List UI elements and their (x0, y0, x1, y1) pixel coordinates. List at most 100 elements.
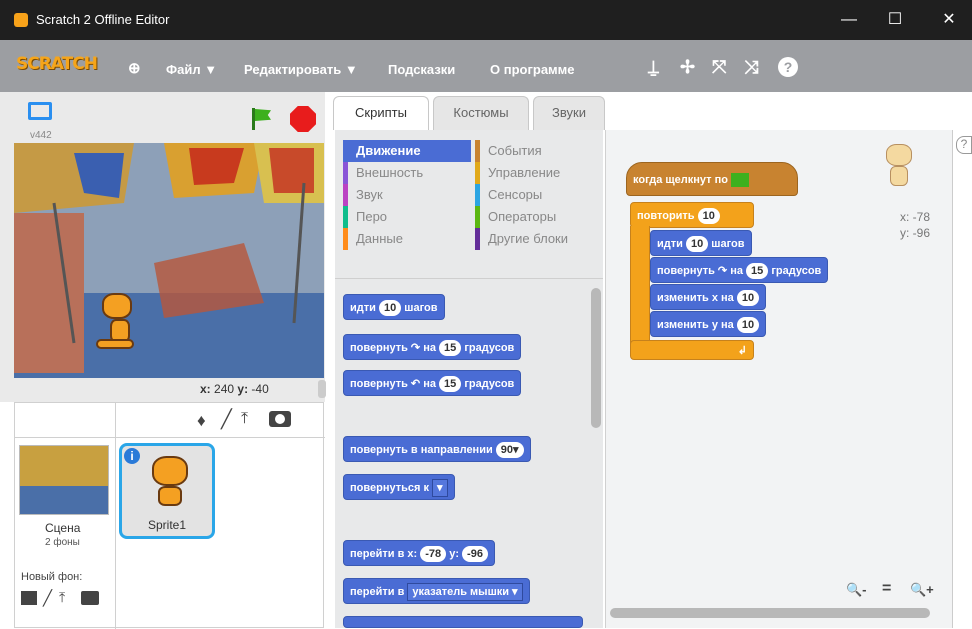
hat-when-flag-clicked[interactable]: когда щелкнут по (626, 162, 798, 196)
help-panel-edge (952, 130, 972, 628)
repeat-block-end: ↲ (630, 340, 754, 360)
paint-icon[interactable]: ╱ (221, 409, 232, 430)
y-label: y: (237, 382, 249, 396)
category-looks[interactable]: Внешность (343, 162, 471, 184)
script-move-steps[interactable]: идти 10 шагов (650, 230, 752, 256)
categories-left: Движение Внешность Звук Перо Данные (343, 140, 471, 250)
block-dropdown[interactable]: указатель мышки ▾ (407, 583, 523, 601)
fullscreen-icon[interactable] (28, 102, 52, 120)
script-horizontal-scrollbar[interactable] (610, 608, 930, 618)
block-text: идти (350, 302, 376, 314)
script-area[interactable]: когда щелкнут по повторить 10 ↲ идти 10 … (605, 130, 952, 628)
x-value: 240 (214, 382, 235, 396)
backdrop-camera-icon[interactable] (81, 591, 99, 605)
block-turn-right[interactable]: повернуть ↷ на 15 градусов (343, 334, 522, 360)
repeat-block[interactable]: повторить 10 (630, 202, 754, 228)
menu-about[interactable]: О программе (490, 62, 575, 77)
categories-right: События Управление Сенсоры Операторы Дру… (475, 140, 603, 250)
category-data[interactable]: Данные (343, 228, 471, 250)
block-input[interactable]: 10 (736, 317, 760, 333)
tab-sounds[interactable]: Звуки (533, 96, 605, 130)
block-text: перейти в (350, 586, 405, 598)
category-more-blocks[interactable]: Другие блоки (475, 228, 603, 250)
green-flag-icon[interactable] (250, 108, 272, 130)
info-icon[interactable]: i (124, 448, 140, 464)
playground-backdrop (14, 143, 324, 378)
block-input[interactable]: 15 (439, 340, 462, 356)
script-change-y[interactable]: изменить y на 10 (650, 311, 767, 337)
block-input[interactable]: 15 (746, 263, 769, 279)
zoom-in-icon[interactable]: 🔍+ (910, 582, 934, 598)
script-turn-right[interactable]: повернуть ↷ на 15 градусов (650, 257, 829, 283)
minimize-button[interactable]: — (826, 0, 872, 40)
block-input[interactable]: 90▾ (495, 442, 524, 458)
backdrop-upload-icon[interactable]: ⤒ (59, 589, 65, 606)
block-text: градусов (771, 265, 822, 277)
shrink-icon[interactable]: ⤨ (744, 57, 758, 78)
help-tab-icon[interactable]: ? (956, 136, 972, 154)
block-text: повторить (637, 210, 695, 222)
sprite-x: x: -78 (900, 210, 931, 224)
globe-icon[interactable]: ⊕ (128, 59, 141, 77)
x-label: x: (200, 382, 211, 396)
category-sound[interactable]: Звук (343, 184, 471, 206)
block-turn-left[interactable]: повернуть ↶ на 15 градусов (343, 370, 522, 396)
sprite-pane: ♦ ╱ ⤒ Сцена 2 фоны Новый фон: ╱ ⤒ i Spri… (14, 402, 325, 629)
maximize-button[interactable]: ☐ (872, 0, 918, 40)
category-motion[interactable]: Движение (343, 140, 471, 162)
tab-costumes[interactable]: Костюмы (433, 96, 529, 130)
stop-icon[interactable] (290, 106, 316, 132)
tab-scripts[interactable]: Скрипты (333, 96, 429, 130)
script-change-x[interactable]: изменить x на 10 (650, 284, 767, 310)
block-goto[interactable]: перейти в указатель мышки ▾ (343, 578, 530, 604)
block-input[interactable]: -96 (462, 546, 488, 562)
menu-tips[interactable]: Подсказки (388, 62, 455, 77)
upload-icon[interactable]: ⤒ (241, 410, 248, 428)
zoom-reset-icon[interactable]: = (882, 580, 891, 598)
block-point-towards[interactable]: повернуться к ▾ (343, 474, 455, 500)
category-sensing[interactable]: Сенсоры (475, 184, 603, 206)
block-input[interactable]: 15 (439, 376, 462, 392)
block-input[interactable]: 10 (736, 290, 760, 306)
category-events[interactable]: События (475, 140, 603, 162)
block-text: повернуть в направлении (350, 444, 493, 456)
close-button[interactable]: ✕ (926, 0, 972, 40)
scratch-logo[interactable]: SCRATCH (16, 54, 98, 74)
duplicate-icon[interactable]: ⍊ (648, 57, 659, 78)
block-move-steps[interactable]: идти 10 шагов (343, 294, 445, 320)
category-operators[interactable]: Операторы (475, 206, 603, 228)
block-input[interactable]: 10 (685, 236, 709, 252)
block-text: изменить x на (657, 292, 734, 304)
menu-file[interactable]: Файл ▼ (166, 62, 217, 77)
grow-icon[interactable]: ⤧ (712, 57, 726, 78)
window-title: Scratch 2 Offline Editor (36, 12, 170, 27)
menu-edit[interactable]: Редактировать ▼ (244, 62, 358, 77)
block-text: когда щелкнут по (633, 174, 728, 186)
block-text: перейти в x: (350, 548, 418, 560)
zoom-out-icon[interactable]: 🔍- (846, 582, 867, 600)
title-bar: Scratch 2 Offline Editor — ☐ ✕ (0, 0, 972, 40)
repeat-body-rail (630, 226, 650, 350)
block-goto-xy[interactable]: перейти в x: -78 y: -96 (343, 540, 495, 566)
category-pen[interactable]: Перо (343, 206, 471, 228)
help-icon[interactable]: ? (778, 57, 798, 77)
category-control[interactable]: Управление (475, 162, 603, 184)
camera-icon[interactable] (269, 411, 291, 427)
backdrop-paint-icon[interactable]: ╱ (43, 589, 52, 607)
block-dropdown[interactable]: ▾ (432, 479, 448, 497)
block-input[interactable]: 10 (697, 208, 720, 224)
palette-scrollbar[interactable] (591, 288, 601, 428)
delete-icon[interactable]: ✢ (680, 57, 695, 78)
cat-sprite[interactable] (88, 293, 146, 355)
block-point-direction[interactable]: повернуть в направлении 90▾ (343, 436, 531, 462)
block-input[interactable]: -78 (420, 546, 447, 562)
stage-thumbnail[interactable] (19, 445, 109, 515)
stage-canvas[interactable] (14, 143, 324, 378)
backdrop-library-icon[interactable] (21, 591, 37, 605)
block-text: повернуться к (350, 482, 429, 494)
stage-resize-handle[interactable] (318, 380, 326, 398)
sprite1-thumbnail[interactable]: i Sprite1 (119, 443, 215, 539)
sprite-from-library-icon[interactable]: ♦ (197, 411, 206, 431)
block-input[interactable]: 10 (378, 300, 402, 316)
block-partial[interactable] (343, 616, 583, 628)
